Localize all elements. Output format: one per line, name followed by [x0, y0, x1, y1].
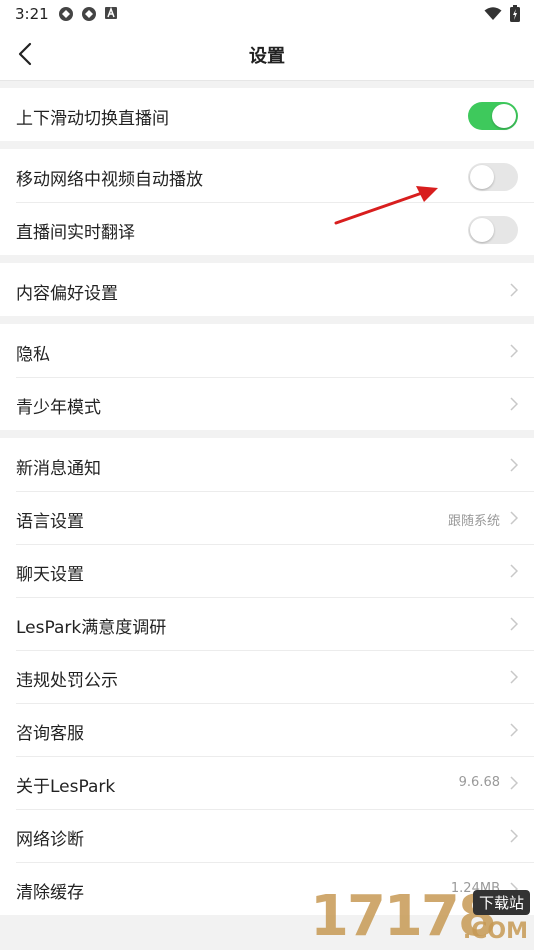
setting-label: 移动网络中视频自动播放 — [16, 170, 203, 190]
chevron-right-icon — [510, 829, 518, 843]
setting-label: 语言设置 — [16, 512, 84, 532]
setting-label: 青少年模式 — [16, 398, 101, 418]
chevron-right-icon — [510, 458, 518, 472]
status-time: 3:21 — [15, 5, 49, 23]
settings-group-content: 内容偏好设置 — [0, 263, 534, 316]
chevron-right-icon — [510, 283, 518, 297]
setting-row-swipe-switch-live: 上下滑动切换直播间 — [0, 88, 534, 141]
page-title: 设置 — [249, 46, 285, 67]
setting-label: 咨询客服 — [16, 724, 84, 744]
site-watermark-logo: 17178 下载站 .COM — [310, 884, 534, 950]
settings-group-privacy: 隐私 青少年模式 — [0, 324, 534, 430]
setting-row-customer-service[interactable]: 咨询客服 — [0, 703, 534, 756]
setting-row-about[interactable]: 关于LesPark 9.6.68 — [0, 756, 534, 809]
autoplay-mobile-toggle[interactable] — [468, 163, 518, 191]
chevron-right-icon — [510, 723, 518, 737]
a-box-icon — [105, 6, 117, 19]
toggle-knob — [470, 165, 494, 189]
watermark-suffix: .COM — [462, 919, 528, 944]
setting-label: 新消息通知 — [16, 459, 101, 479]
setting-row-survey[interactable]: LesPark满意度调研 — [0, 597, 534, 650]
setting-value: 跟随系统 — [447, 514, 500, 529]
header-bar: 设置 — [0, 28, 534, 81]
setting-row-notifications[interactable]: 新消息通知 — [0, 438, 534, 491]
setting-row-network-diagnosis[interactable]: 网络诊断 — [0, 809, 534, 862]
status-right-icons — [484, 5, 520, 22]
app-notification-icon — [82, 7, 96, 21]
setting-row-content-preference[interactable]: 内容偏好设置 — [0, 263, 534, 316]
toggle-knob — [470, 218, 494, 242]
setting-label: 直播间实时翻译 — [16, 223, 135, 243]
status-bar: 3:21 — [0, 0, 534, 28]
watermark-badge: 下载站 — [472, 890, 530, 915]
battery-charging-icon — [510, 5, 520, 22]
setting-label: 内容偏好设置 — [16, 284, 118, 304]
setting-label: 关于LesPark — [16, 777, 116, 797]
setting-row-teen-mode[interactable]: 青少年模式 — [0, 377, 534, 430]
setting-label: LesPark满意度调研 — [16, 618, 167, 638]
setting-row-chat[interactable]: 聊天设置 — [0, 544, 534, 597]
toggle-knob — [492, 104, 516, 128]
chevron-right-icon — [510, 397, 518, 411]
setting-label: 网络诊断 — [16, 830, 84, 850]
chevron-right-icon — [510, 344, 518, 358]
settings-group-video: 移动网络中视频自动播放 直播间实时翻译 — [0, 149, 534, 255]
chevron-right-icon — [510, 776, 518, 790]
setting-row-language[interactable]: 语言设置 跟随系统 — [0, 491, 534, 544]
swipe-switch-live-toggle[interactable] — [468, 102, 518, 130]
chevron-right-icon — [510, 670, 518, 684]
chevron-right-icon — [510, 511, 518, 525]
setting-label: 清除缓存 — [16, 883, 84, 903]
wifi-icon — [484, 6, 502, 20]
setting-row-autoplay-mobile: 移动网络中视频自动播放 — [0, 149, 534, 202]
app-notification-icon — [59, 7, 73, 21]
settings-group-swipe: 上下滑动切换直播间 — [0, 88, 534, 141]
live-translate-toggle[interactable] — [468, 216, 518, 244]
status-left-icons — [58, 6, 118, 22]
settings-group-general: 新消息通知 语言设置 跟随系统 聊天设置 LesPark满意度调研 违规处罚公示… — [0, 438, 534, 915]
setting-row-privacy[interactable]: 隐私 — [0, 324, 534, 377]
setting-label: 上下滑动切换直播间 — [16, 109, 169, 129]
setting-label: 隐私 — [16, 345, 50, 365]
version-value: 9.6.68 — [458, 775, 500, 790]
chevron-right-icon — [510, 564, 518, 578]
setting-label: 聊天设置 — [16, 565, 84, 585]
setting-label: 违规处罚公示 — [16, 671, 118, 691]
chevron-right-icon — [510, 617, 518, 631]
setting-row-live-translate: 直播间实时翻译 — [0, 202, 534, 255]
setting-row-violations[interactable]: 违规处罚公示 — [0, 650, 534, 703]
